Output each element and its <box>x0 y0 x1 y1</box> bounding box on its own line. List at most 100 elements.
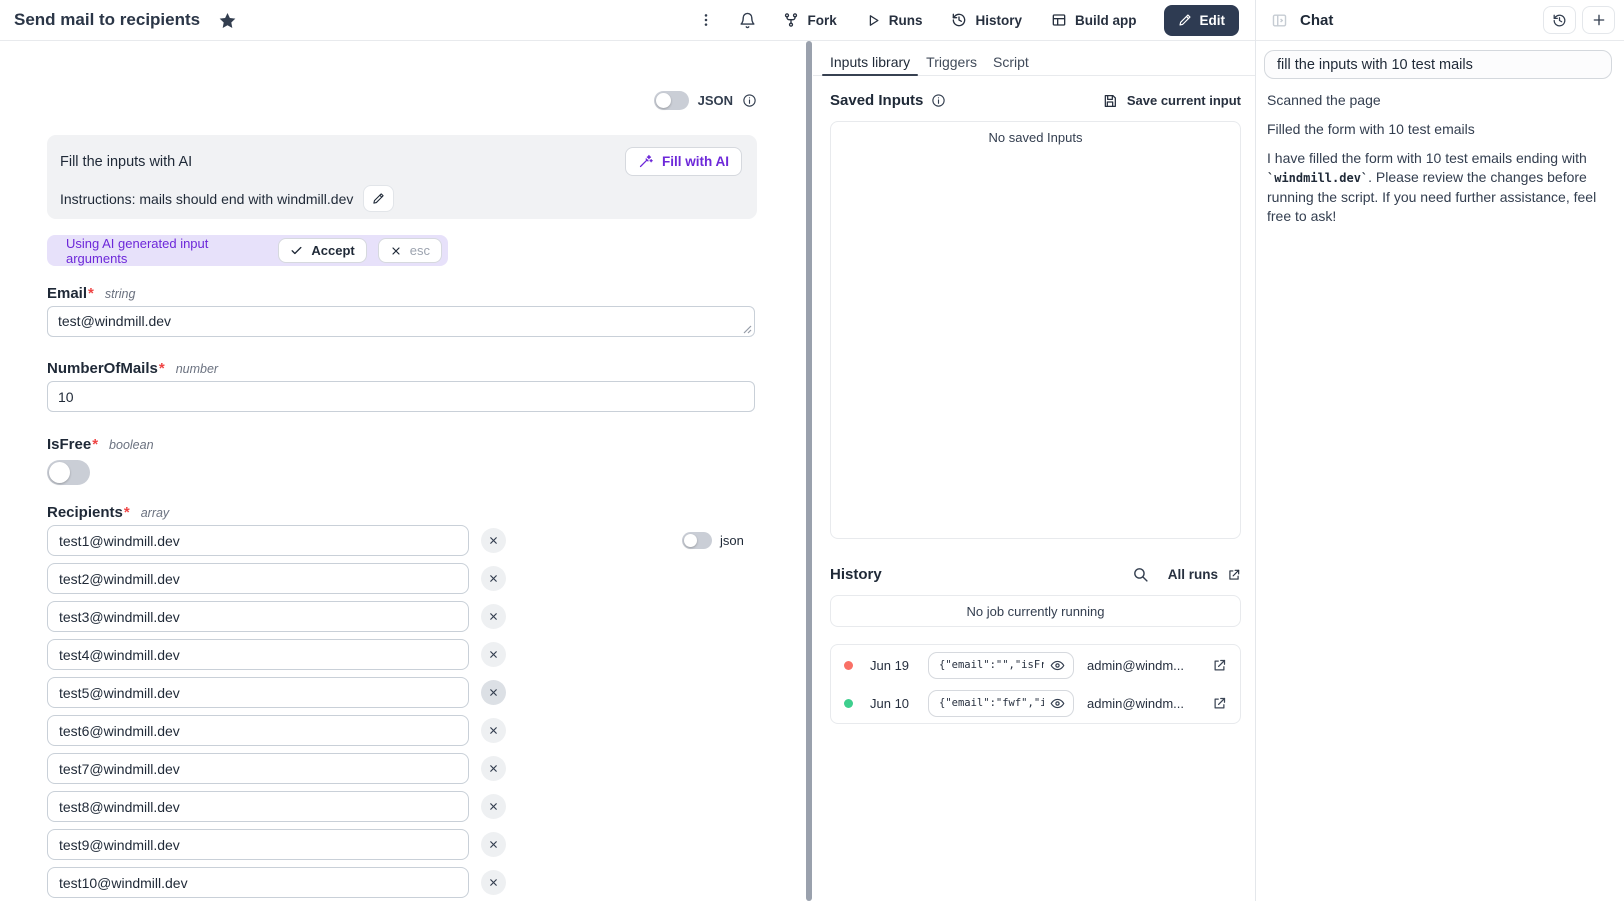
fork-icon <box>783 12 799 28</box>
history-button[interactable]: History <box>943 6 1030 34</box>
saved-inputs-header: Saved Inputs Save current input <box>830 92 1241 109</box>
recipient-row <box>47 601 757 632</box>
save-current-input-button[interactable]: Save current input <box>1102 93 1241 109</box>
chat-panel: Chat fill the inputs with 10 test mails … <box>1255 0 1624 901</box>
recipients-json-toggle-label: json <box>720 533 744 548</box>
all-runs-link[interactable]: All runs <box>1168 567 1241 582</box>
recipient-row <box>47 639 757 670</box>
run-args-preview: {"email":"","isFr... <box>939 659 1044 671</box>
close-icon <box>488 725 499 736</box>
run-row[interactable]: Jun 10 {"email":"fwf","i... admin@windm.… <box>831 684 1240 722</box>
field-isfree-label: IsFree <box>47 436 98 453</box>
external-link-icon <box>1227 568 1241 582</box>
run-args-pill[interactable]: {"email":"","isFr... <box>928 652 1074 679</box>
accept-button[interactable]: Accept <box>278 238 366 263</box>
recipients-json-toggle-row: json <box>682 532 744 549</box>
close-icon <box>488 649 499 660</box>
ai-fill-panel: Fill the inputs with AI Fill with AI Ins… <box>47 135 757 219</box>
recipient-input[interactable] <box>47 677 469 708</box>
info-icon[interactable] <box>931 93 946 108</box>
remove-recipient-button[interactable] <box>481 870 506 895</box>
resize-grip-icon[interactable] <box>743 325 752 334</box>
new-chat-button[interactable] <box>1582 6 1615 34</box>
recipient-input[interactable] <box>47 753 469 784</box>
ai-fill-title: Fill the inputs with AI <box>60 154 192 170</box>
recipient-input[interactable] <box>47 601 469 632</box>
numberofmails-input[interactable] <box>47 381 755 412</box>
run-row[interactable]: Jun 19 {"email":"","isFr... admin@windm.… <box>831 646 1240 684</box>
fill-with-ai-button[interactable]: Fill with AI <box>625 147 742 176</box>
open-run-button[interactable] <box>1212 658 1227 673</box>
notifications-button[interactable] <box>733 8 762 33</box>
history-title: History <box>830 566 882 583</box>
chat-history-button[interactable] <box>1543 6 1576 34</box>
remove-recipient-button[interactable] <box>481 794 506 819</box>
recipients-json-toggle[interactable] <box>682 532 712 549</box>
recipient-row <box>47 867 757 898</box>
page-title: Send mail to recipients <box>14 10 200 30</box>
remove-recipient-button[interactable] <box>481 680 506 705</box>
panel-right-icon[interactable] <box>1271 12 1288 29</box>
no-job-running-box: No job currently running <box>830 595 1241 627</box>
email-input[interactable]: test@windmill.dev <box>47 306 755 337</box>
field-recipients-label-row: Recipients array <box>47 504 757 521</box>
chat-final-message: I have filled the form with 10 test emai… <box>1264 149 1612 226</box>
search-icon <box>1132 566 1149 583</box>
panel-resizer[interactable] <box>806 41 812 901</box>
field-isfree-label-row: IsFree boolean <box>47 436 757 453</box>
recipient-row <box>47 791 757 822</box>
pencil-icon <box>372 192 385 205</box>
inline-code: `windmill.dev` <box>1267 171 1368 185</box>
remove-recipient-button[interactable] <box>481 528 506 553</box>
edit-instructions-button[interactable] <box>363 185 394 212</box>
recipient-row <box>47 677 757 708</box>
recipient-input[interactable] <box>47 829 469 860</box>
isfree-toggle[interactable] <box>47 460 90 485</box>
recipient-input[interactable] <box>47 639 469 670</box>
remove-recipient-button[interactable] <box>481 642 506 667</box>
close-icon <box>488 573 499 584</box>
json-view-toggle[interactable] <box>654 91 689 110</box>
run-args-pill[interactable]: {"email":"fwf","i... <box>928 690 1074 717</box>
fork-button[interactable]: Fork <box>775 6 844 34</box>
fork-button-label: Fork <box>807 13 836 28</box>
remove-recipient-button[interactable] <box>481 756 506 781</box>
search-runs-button[interactable] <box>1132 566 1149 583</box>
pencil-icon <box>1178 13 1192 27</box>
tab[interactable]: Script <box>985 47 1037 75</box>
recipient-input[interactable] <box>47 563 469 594</box>
run-user: admin@windm... <box>1087 658 1184 673</box>
run-date: Jun 10 <box>870 696 916 711</box>
bell-icon <box>739 12 756 29</box>
recipient-input[interactable] <box>47 867 469 898</box>
recipient-input[interactable] <box>47 525 469 556</box>
recipient-input[interactable] <box>47 715 469 746</box>
topbar-actions: Fork Runs History Build app Edit <box>692 5 1239 36</box>
info-icon[interactable] <box>742 93 757 108</box>
remove-recipient-button[interactable] <box>481 718 506 743</box>
inputs-library-panel: Inputs libraryTriggersScript Saved Input… <box>813 41 1255 901</box>
remove-recipient-button[interactable] <box>481 832 506 857</box>
edit-button[interactable]: Edit <box>1164 5 1240 36</box>
favorite-star-button[interactable] <box>218 11 237 30</box>
esc-button[interactable]: esc <box>378 238 442 263</box>
external-link-icon <box>1212 658 1227 673</box>
runs-button[interactable]: Runs <box>858 7 931 34</box>
remove-recipient-button[interactable] <box>481 604 506 629</box>
run-form-panel: JSON Fill the inputs with AI Fill with A… <box>0 41 806 901</box>
field-recipients-type: array <box>141 506 169 520</box>
remove-recipient-button[interactable] <box>481 566 506 591</box>
more-options-button[interactable] <box>692 8 720 32</box>
tab[interactable]: Inputs library <box>822 47 918 75</box>
json-toggle-row: JSON <box>47 90 757 110</box>
chat-body: fill the inputs with 10 test mails Scann… <box>1256 41 1624 226</box>
eye-icon[interactable] <box>1050 696 1065 711</box>
saved-inputs-empty-text: No saved Inputs <box>989 130 1083 145</box>
open-run-button[interactable] <box>1212 696 1227 711</box>
recipient-input[interactable] <box>47 791 469 822</box>
run-args-preview: {"email":"fwf","i... <box>939 697 1044 709</box>
build-app-button[interactable]: Build app <box>1043 6 1145 34</box>
field-email-type: string <box>105 287 136 301</box>
tab[interactable]: Triggers <box>918 47 985 75</box>
eye-icon[interactable] <box>1050 658 1065 673</box>
